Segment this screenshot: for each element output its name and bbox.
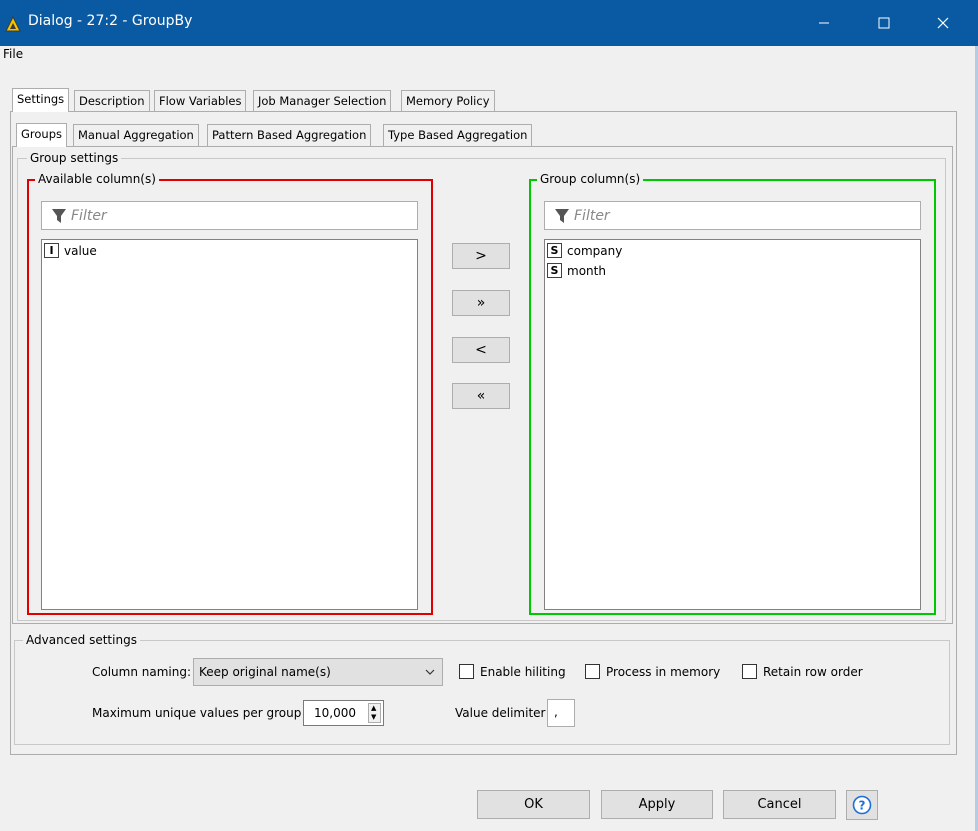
title-bar: Dialog - 27:2 - GroupBy (0, 0, 978, 46)
tab-settings[interactable]: Settings (12, 88, 70, 112)
tab-description[interactable]: Description (74, 90, 150, 112)
window-title: Dialog - 27:2 - GroupBy (28, 13, 193, 29)
process-in-memory-label: Process in memory (606, 664, 721, 679)
checkbox-box[interactable] (459, 664, 474, 679)
subtab-type-based-aggregation[interactable]: Type Based Aggregation (383, 124, 533, 146)
value-delimiter-label: Value delimiter (455, 706, 546, 720)
max-unique-values-value: 10,000 (314, 706, 356, 720)
group-settings-legend: Group settings (27, 151, 122, 165)
spinner-down-icon[interactable]: ▼ (371, 713, 376, 721)
retain-row-order-label: Retain row order (763, 664, 863, 679)
close-icon (937, 17, 949, 29)
column-naming-select[interactable]: Keep original name(s) (193, 658, 443, 686)
add-all-button[interactable]: » (452, 290, 510, 316)
filter-icon (52, 209, 66, 223)
menu-file[interactable]: File (3, 47, 23, 61)
group-columns-label: Group column(s) (537, 172, 644, 186)
checkbox-box[interactable] (742, 664, 757, 679)
help-button[interactable]: ? (846, 790, 878, 820)
value-delimiter-value: , (554, 705, 558, 719)
group-filter-input[interactable]: Filter (544, 201, 921, 230)
string-type-icon: S (547, 263, 562, 278)
column-name: value (64, 243, 97, 258)
remove-all-button[interactable]: « (452, 383, 510, 409)
maximize-icon (878, 17, 890, 29)
column-name: month (567, 263, 606, 278)
max-unique-values-label: Maximum unique values per group (92, 706, 302, 720)
apply-button[interactable]: Apply (601, 790, 713, 819)
available-filter-input[interactable]: Filter (41, 201, 418, 230)
menu-bar: File (0, 46, 978, 66)
integer-type-icon: I (44, 243, 59, 258)
process-in-memory-checkbox[interactable]: Process in memory (585, 664, 720, 679)
advanced-settings-fieldset (14, 640, 950, 745)
cancel-button[interactable]: Cancel (723, 790, 836, 819)
retain-row-order-checkbox[interactable]: Retain row order (742, 664, 863, 679)
checkbox-box[interactable] (585, 664, 600, 679)
subtab-pattern-based-aggregation[interactable]: Pattern Based Aggregation (207, 124, 372, 146)
tab-flow-variables[interactable]: Flow Variables (154, 90, 247, 112)
max-unique-values-spinner[interactable]: 10,000 ▲ ▼ (303, 700, 384, 726)
spinner-arrows[interactable]: ▲ ▼ (368, 703, 381, 723)
close-button[interactable] (920, 0, 966, 46)
column-naming-label: Column naming: (92, 665, 192, 679)
available-columns-list[interactable]: I value (41, 239, 418, 610)
svg-text:?: ? (859, 799, 866, 813)
column-naming-value: Keep original name(s) (199, 665, 331, 679)
column-name: company (567, 243, 623, 258)
advanced-settings-legend: Advanced settings (23, 633, 140, 647)
subtab-manual-aggregation[interactable]: Manual Aggregation (73, 124, 199, 146)
group-filter-placeholder: Filter (574, 208, 610, 224)
filter-icon (555, 209, 569, 223)
help-icon: ? (852, 795, 872, 815)
group-columns-list[interactable]: S company S month (544, 239, 921, 610)
available-columns-label: Available column(s) (35, 172, 159, 186)
minimize-button[interactable] (801, 0, 847, 46)
enable-hiliting-label: Enable hiliting (480, 664, 566, 679)
knime-logo-icon (5, 16, 21, 32)
chevron-down-icon (425, 669, 435, 675)
remove-button[interactable]: < (452, 337, 510, 363)
subtab-groups[interactable]: Groups (16, 123, 68, 147)
maximize-button[interactable] (861, 0, 907, 46)
value-delimiter-input[interactable]: , (547, 699, 575, 727)
list-item[interactable]: S company (547, 241, 622, 260)
ok-button[interactable]: OK (477, 790, 590, 819)
tab-memory-policy[interactable]: Memory Policy (401, 90, 495, 112)
list-item[interactable]: S month (547, 261, 606, 280)
available-filter-placeholder: Filter (71, 208, 107, 224)
enable-hiliting-checkbox[interactable]: Enable hiliting (459, 664, 566, 679)
spinner-up-icon[interactable]: ▲ (371, 704, 376, 712)
list-item[interactable]: I value (44, 241, 97, 260)
tab-job-manager-selection[interactable]: Job Manager Selection (253, 90, 392, 112)
add-button[interactable]: > (452, 243, 510, 269)
string-type-icon: S (547, 243, 562, 258)
minimize-icon (819, 22, 829, 24)
